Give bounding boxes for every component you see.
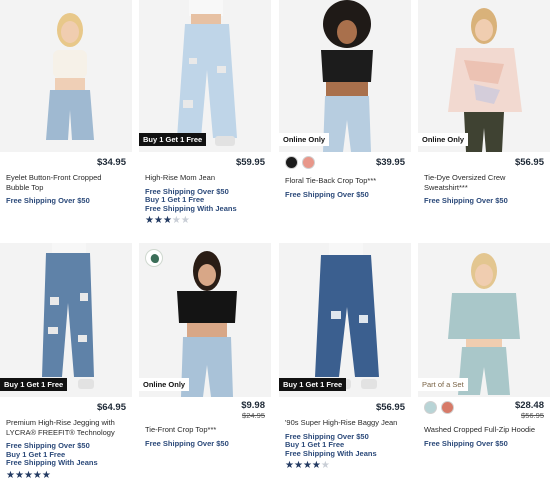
model-photo-icon: [279, 243, 411, 397]
price: $34.95: [96, 157, 126, 168]
promo-item: Free Shipping Over $50: [424, 438, 508, 448]
star-empty-icon: ★: [171, 215, 181, 226]
promo-list: Free Shipping Over $50: [424, 438, 544, 449]
product-card[interactable]: Online Only $56.95 Tie-Dye Oversized Cre…: [418, 0, 550, 242]
promo-item: Free Shipping With Jeans: [145, 203, 237, 213]
product-meta: $9.98 $24.95 Tie-Front Crop Top*** Free …: [139, 397, 271, 487]
product-meta: $56.95 Tie-Dye Oversized Crew Sweatshirt…: [418, 152, 550, 242]
color-swatch[interactable]: [302, 156, 315, 169]
price: $59.95: [235, 157, 265, 168]
product-name[interactable]: Floral Tie-Back Crop Top***: [285, 176, 405, 186]
product-name[interactable]: Tie-Dye Oversized Crew Sweatshirt***: [424, 173, 544, 192]
product-image[interactable]: Buy 1 Get 1 Free: [279, 243, 411, 397]
star-filled-icon: ★: [145, 215, 154, 226]
product-meta: $56.95 '90s Super High-Rise Baggy Jean F…: [279, 397, 411, 487]
product-image[interactable]: Part of a Set: [418, 243, 550, 397]
promo-badge: Buy 1 Get 1 Free: [139, 132, 207, 146]
promo-list: Free Shipping Over $50: [285, 189, 405, 200]
promo-item: Free Shipping Over $50: [145, 438, 229, 448]
product-card[interactable]: Part of a Set $28.48 $56.95 Washed Cropp…: [418, 243, 550, 487]
model-photo-icon: [418, 243, 550, 397]
price: $64.95: [96, 402, 126, 413]
rating-stars: ★★★★★: [145, 216, 265, 226]
product-image[interactable]: Buy 1 Get 1 Free: [0, 243, 132, 397]
promo-list: Free Shipping Over $50: [6, 196, 126, 206]
product-meta: $64.95 Premium High-Rise Jegging with LY…: [0, 397, 132, 487]
product-meta: $39.95 Floral Tie-Back Crop Top*** Free …: [279, 152, 411, 242]
star-filled-icon: ★: [162, 215, 172, 226]
promo-list: Free Shipping Over $50 Buy 1 Get 1 Free …: [6, 441, 126, 468]
product-name[interactable]: '90s Super High-Rise Baggy Jean: [285, 418, 405, 428]
promo-badge: Online Only: [279, 132, 330, 146]
star-filled-icon: ★: [153, 215, 163, 226]
promo-badge: Buy 1 Get 1 Free: [279, 377, 347, 391]
price: $56.95: [514, 157, 544, 168]
model-photo-icon: [418, 0, 550, 152]
model-photo-icon: [279, 0, 411, 152]
product-card[interactable]: Online Only $39.95 Floral Tie-Back Crop …: [279, 0, 411, 242]
product-card[interactable]: $34.95 Eyelet Button-Front Cropped Bubbl…: [0, 0, 132, 242]
price: $56.95: [375, 402, 405, 413]
product-grid: $34.95 Eyelet Button-Front Cropped Bubbl…: [0, 0, 550, 480]
star-filled-icon: ★: [41, 469, 51, 481]
product-image[interactable]: [0, 0, 132, 152]
promo-badge: Online Only: [139, 377, 190, 391]
original-price: $24.95: [242, 411, 265, 420]
star-empty-icon: ★: [180, 215, 190, 226]
product-image[interactable]: Buy 1 Get 1 Free: [139, 0, 271, 152]
promo-item: Free Shipping Over $50: [6, 196, 90, 205]
color-swatch[interactable]: [424, 401, 437, 414]
promo-badge: Online Only: [418, 132, 469, 146]
product-name[interactable]: Washed Cropped Full-Zip Hoodie: [424, 425, 544, 435]
promo-list: Free Shipping Over $50: [145, 438, 265, 449]
product-name[interactable]: Tie-Front Crop Top***: [145, 425, 265, 435]
promo-list: Free Shipping Over $50: [424, 196, 544, 206]
star-filled-icon: ★: [302, 460, 312, 471]
product-card[interactable]: Buy 1 Get 1 Free $64.95 Premium High-Ris…: [0, 243, 132, 487]
star-filled-icon: ★: [311, 460, 321, 471]
color-swatches: [285, 156, 315, 169]
product-card[interactable]: Online Only $9.98 $24.95 Tie-Front Crop …: [139, 243, 271, 487]
star-filled-icon: ★: [14, 469, 24, 481]
product-card[interactable]: Buy 1 Get 1 Free $59.95 High-Rise Mom Je…: [139, 0, 271, 242]
star-filled-icon: ★: [6, 469, 15, 481]
model-photo-icon: [0, 243, 132, 397]
star-filled-icon: ★: [23, 469, 33, 481]
product-name[interactable]: High-Rise Mom Jean: [145, 173, 265, 183]
model-photo-icon: [139, 0, 271, 152]
product-name[interactable]: Premium High-Rise Jegging with LYCRA® FR…: [6, 418, 126, 437]
product-image[interactable]: Online Only: [279, 0, 411, 152]
product-card[interactable]: Buy 1 Get 1 Free $56.95 '90s Super High-…: [279, 243, 411, 487]
sale-price: $9.98: [241, 400, 265, 411]
product-meta: $59.95 High-Rise Mom Jean Free Shipping …: [139, 152, 271, 242]
product-image[interactable]: Online Only: [139, 243, 271, 397]
color-swatch[interactable]: [441, 401, 454, 414]
promo-item: Free Shipping Over $50: [285, 189, 369, 199]
rating-stars: ★★★★★: [285, 461, 405, 471]
promo-item: Free Shipping Over $50: [424, 196, 508, 205]
star-empty-icon: ★: [320, 460, 330, 471]
model-photo-icon: [0, 0, 132, 152]
promo-badge: Buy 1 Get 1 Free: [0, 377, 68, 391]
product-meta: $34.95 Eyelet Button-Front Cropped Bubbl…: [0, 152, 132, 242]
eco-icon: [145, 249, 163, 267]
star-filled-icon: ★: [293, 460, 303, 471]
product-name[interactable]: Eyelet Button-Front Cropped Bubble Top: [6, 173, 126, 192]
promo-item: Free Shipping With Jeans: [6, 458, 98, 467]
star-filled-icon: ★: [32, 469, 42, 481]
promo-item: Free Shipping With Jeans: [285, 448, 377, 458]
color-swatches: [424, 401, 454, 414]
star-filled-icon: ★: [285, 460, 294, 471]
price-group: $9.98 $24.95: [145, 401, 265, 421]
promo-badge: Part of a Set: [418, 377, 468, 391]
promo-list: Free Shipping Over $50 Buy 1 Get 1 Free …: [285, 432, 405, 459]
color-swatch[interactable]: [285, 156, 298, 169]
rating-stars: ★★★★★: [6, 469, 126, 481]
promo-list: Free Shipping Over $50 Buy 1 Get 1 Free …: [145, 187, 265, 214]
product-meta: $28.48 $56.95 Washed Cropped Full-Zip Ho…: [418, 397, 550, 487]
product-image[interactable]: Online Only: [418, 0, 550, 152]
